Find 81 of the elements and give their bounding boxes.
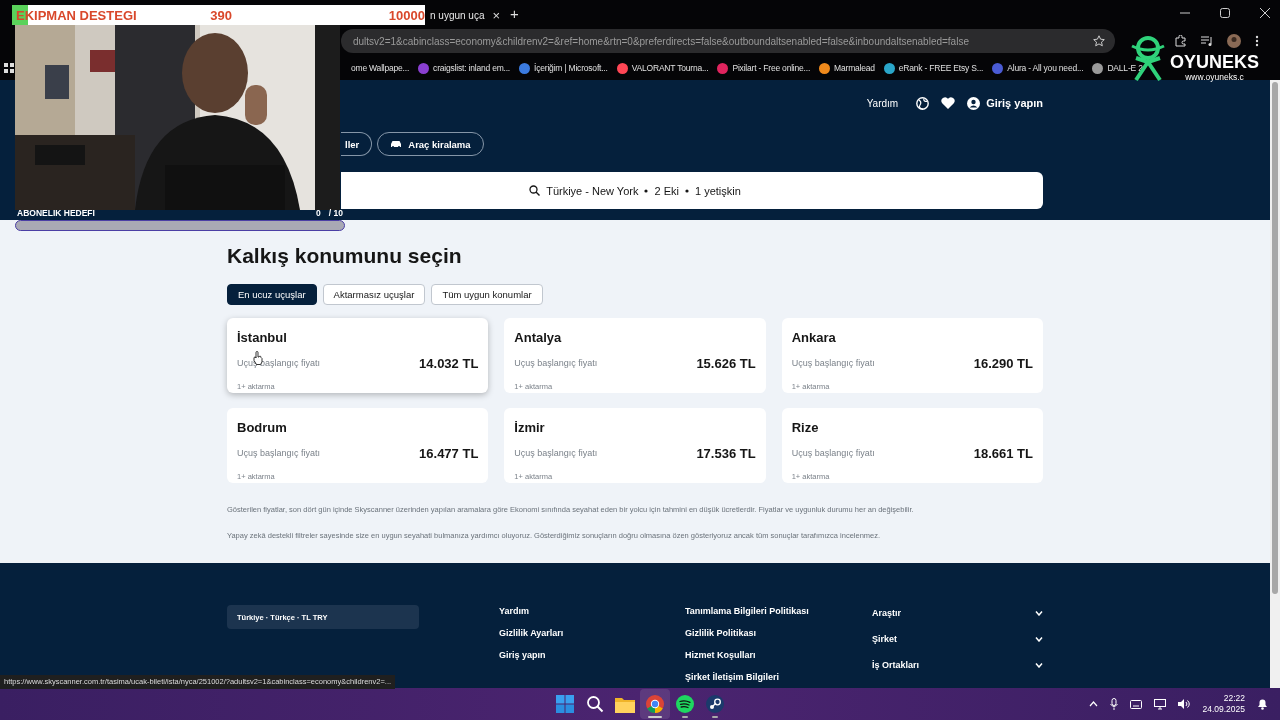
subscription-count: 0 / 10 bbox=[316, 208, 343, 218]
apps-grid-icon[interactable] bbox=[4, 63, 14, 73]
bookmark[interactable]: eRank - FREE Etsy S... bbox=[883, 62, 984, 74]
caret-icon[interactable] bbox=[1089, 701, 1099, 707]
new-tab-button[interactable]: + bbox=[510, 4, 519, 26]
tab-close-button[interactable]: × bbox=[492, 7, 501, 23]
subscription-goal-label: ABONELIK HEDEFI bbox=[17, 208, 95, 218]
bookmark[interactable]: Pixilart - Free online... bbox=[717, 62, 811, 74]
bookmark[interactable]: Alura - All you need... bbox=[992, 62, 1084, 74]
car-icon bbox=[390, 140, 403, 148]
price: 17.536 TL bbox=[696, 446, 756, 461]
city-name: Rize bbox=[791, 420, 820, 436]
speaker-icon[interactable] bbox=[1178, 699, 1191, 709]
spotify-icon[interactable] bbox=[676, 695, 694, 713]
logo-wordmark: OYUNEKS bbox=[1170, 52, 1259, 72]
price: 16.290 TL bbox=[973, 356, 1033, 371]
city-name: Antalya bbox=[514, 330, 563, 346]
search-summary-bar[interactable]: Türkiye - New York 2 Eki 1 yetişkin bbox=[341, 172, 1043, 209]
search-icon[interactable] bbox=[586, 695, 604, 713]
price: 14.032 TL bbox=[419, 356, 479, 371]
folder-icon[interactable] bbox=[615, 695, 635, 713]
bookmark[interactable]: ome Wallpape... bbox=[351, 63, 410, 73]
menu-icon[interactable] bbox=[1255, 35, 1259, 47]
separator-dot-icon bbox=[684, 188, 689, 193]
logo-url: www.oyuneks.c bbox=[1185, 72, 1244, 82]
scrollbar[interactable] bbox=[1270, 80, 1280, 688]
profile-avatar-icon[interactable] bbox=[1227, 34, 1241, 48]
footer-link[interactable]: Şirket İletişim Bilgileri bbox=[685, 666, 780, 688]
footer-link[interactable]: Tanımlama Bilgileri Politikası bbox=[685, 600, 809, 622]
bookmark[interactable]: Marmalead bbox=[819, 62, 875, 74]
price-label: Uçuş başlangıç fiyatı bbox=[791, 358, 876, 369]
page-title: Kalkış konumunu seçin bbox=[227, 243, 463, 269]
footer-section-toggle[interactable]: Araştır bbox=[872, 600, 1043, 626]
filter-tab[interactable]: En ucuz uçuşlar bbox=[227, 284, 317, 305]
globe-icon[interactable] bbox=[916, 96, 930, 110]
search-summary-text: 1 yetişkin bbox=[694, 184, 741, 197]
clock[interactable]: 22:22 24.09.2025 bbox=[1202, 693, 1245, 715]
footer-link[interactable]: Yardım bbox=[499, 600, 529, 622]
star-icon[interactable] bbox=[1093, 35, 1105, 47]
login-button[interactable]: Giriş yapın bbox=[967, 96, 1043, 110]
footer-link[interactable]: Gizlilik Ayarları bbox=[499, 622, 564, 644]
price-label: Uçuş başlangıç fiyatı bbox=[514, 448, 599, 459]
bell-icon[interactable] bbox=[1257, 698, 1268, 710]
bookmark[interactable]: İçeriğim | Microsoft... bbox=[519, 62, 608, 74]
price: 16.477 TL bbox=[419, 446, 479, 461]
microphone-icon[interactable] bbox=[1110, 698, 1119, 710]
chrome-icon[interactable] bbox=[646, 695, 664, 713]
restore-icon[interactable] bbox=[1220, 8, 1230, 18]
price-label: Uçuş başlangıç fiyatı bbox=[237, 448, 322, 459]
city-name: Ankara bbox=[791, 330, 837, 346]
media-icon[interactable] bbox=[1201, 35, 1213, 47]
city-name: İstanbul bbox=[237, 330, 288, 346]
price-label: Uçuş başlangıç fiyatı bbox=[791, 448, 876, 459]
footer-link[interactable]: Gizlilik Politikası bbox=[685, 622, 757, 644]
keyboard-icon[interactable] bbox=[1130, 699, 1143, 709]
filter-tab[interactable]: Aktarmasız uçuşlar bbox=[322, 284, 426, 305]
footer-link[interactable]: Giriş yapın bbox=[499, 644, 546, 666]
user-icon bbox=[967, 96, 981, 110]
extension-icon[interactable] bbox=[1175, 35, 1187, 47]
footer-section-toggle[interactable]: İş Ortakları bbox=[872, 652, 1043, 678]
heart-icon[interactable] bbox=[941, 97, 956, 109]
steam-icon[interactable] bbox=[706, 695, 724, 713]
address-bar[interactable]: dultsv2=1&cabinclass=economy&childrenv2=&ref=home&rtn=0&preferdirects=false&outboundaltsenabled=false&inboundaltsenabled=false bbox=[341, 29, 1115, 53]
footer-link[interactable]: Hizmet Koşulları bbox=[685, 644, 756, 666]
separator-dot-icon bbox=[644, 188, 649, 193]
monitor-icon[interactable] bbox=[1154, 698, 1167, 710]
price: 18.661 TL bbox=[973, 446, 1033, 461]
bookmark[interactable]: craigslist: inland em... bbox=[418, 62, 511, 74]
filter-tab[interactable]: Tüm uygun konumlar bbox=[431, 284, 543, 305]
city-name: Bodrum bbox=[237, 420, 288, 436]
price: 15.626 TL bbox=[696, 356, 756, 371]
close-icon[interactable] bbox=[1260, 8, 1270, 18]
price-label: Uçuş başlangıç fiyatı bbox=[514, 358, 599, 369]
footer-section-toggle[interactable]: Şirket bbox=[872, 626, 1043, 652]
search-summary-text: Türkiye - New York bbox=[546, 184, 639, 197]
bookmark[interactable]: VALORANT Tourna... bbox=[616, 62, 709, 74]
help-link[interactable]: Yardım bbox=[866, 97, 899, 109]
city-name: İzmir bbox=[514, 420, 546, 436]
browser-tab[interactable]: n uygun uça × bbox=[426, 4, 505, 26]
search-icon bbox=[529, 185, 541, 196]
search-summary-text: 2 Eki bbox=[654, 184, 679, 197]
